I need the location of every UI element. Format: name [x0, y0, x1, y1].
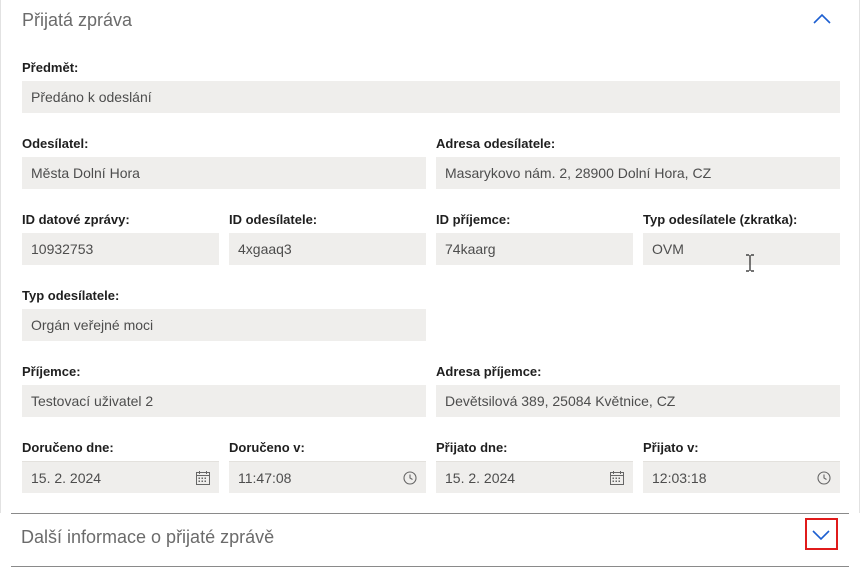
accepted-time-field[interactable]: 12:03:18 — [643, 461, 840, 493]
bottom-divider — [11, 566, 849, 567]
sender-type-label: Typ odesílatele: — [22, 288, 120, 303]
recipient-field[interactable]: Testovací uživatel 2 — [22, 385, 426, 417]
message-id-label: ID datové zprávy: — [22, 212, 130, 227]
accepted-date-label: Přijato dne: — [436, 440, 508, 455]
calendar-icon[interactable] — [195, 470, 211, 486]
delivered-time-label: Doručeno v: — [229, 440, 305, 455]
subject-field[interactable]: Předáno k odeslání — [22, 81, 840, 113]
sender-type-short-field[interactable]: OVM — [643, 233, 840, 265]
delivered-date-label: Doručeno dne: — [22, 440, 114, 455]
clock-icon[interactable] — [402, 470, 418, 486]
delivered-time-value: 11:47:08 — [238, 470, 292, 486]
delivered-date-value: 15. 2. 2024 — [31, 470, 102, 486]
accepted-date-field[interactable]: 15. 2. 2024 — [436, 461, 633, 493]
sender-id-label: ID odesílatele: — [229, 212, 318, 227]
recipient-address-field[interactable]: Devětsilová 389, 25084 Květnice, CZ — [436, 385, 840, 417]
recipient-id-label: ID příjemce: — [436, 212, 511, 227]
sender-field[interactable]: Města Dolní Hora — [22, 157, 426, 189]
calendar-icon[interactable] — [609, 470, 625, 486]
recipient-label: Příjemce: — [22, 364, 81, 379]
chevron-up-icon[interactable] — [811, 8, 833, 30]
sender-address-field[interactable]: Masarykovo nám. 2, 28900 Dolní Hora, CZ — [436, 157, 840, 189]
section-divider — [11, 513, 849, 514]
clock-icon[interactable] — [816, 470, 832, 486]
subject-label: Předmět: — [22, 60, 79, 75]
accepted-time-value: 12:03:18 — [652, 470, 707, 486]
recipient-id-field[interactable]: 74kaarg — [436, 233, 633, 265]
sender-address-label: Adresa odesílatele: — [436, 136, 556, 151]
sender-label: Odesílatel: — [22, 136, 89, 151]
accepted-date-value: 15. 2. 2024 — [445, 470, 516, 486]
accepted-time-label: Přijato v: — [643, 440, 699, 455]
recipient-address-label: Adresa příjemce: — [436, 364, 542, 379]
received-message-panel: Přijatá zpráva Předmět: Předáno k odeslá… — [0, 0, 860, 513]
delivered-time-field[interactable]: 11:47:08 — [229, 461, 426, 493]
more-info-title[interactable]: Další informace o přijaté zprávě — [21, 527, 274, 548]
sender-id-field[interactable]: 4xgaaq3 — [229, 233, 426, 265]
text-cursor-icon — [744, 254, 756, 272]
sender-type-field[interactable]: Orgán veřejné moci — [22, 309, 426, 341]
message-id-field[interactable]: 10932753 — [22, 233, 219, 265]
sender-type-short-label: Typ odesílatele (zkratka): — [643, 212, 798, 227]
received-message-title: Přijatá zpráva — [22, 10, 133, 30]
expand-more-info-button[interactable] — [805, 518, 838, 550]
delivered-date-field[interactable]: 15. 2. 2024 — [22, 461, 219, 493]
